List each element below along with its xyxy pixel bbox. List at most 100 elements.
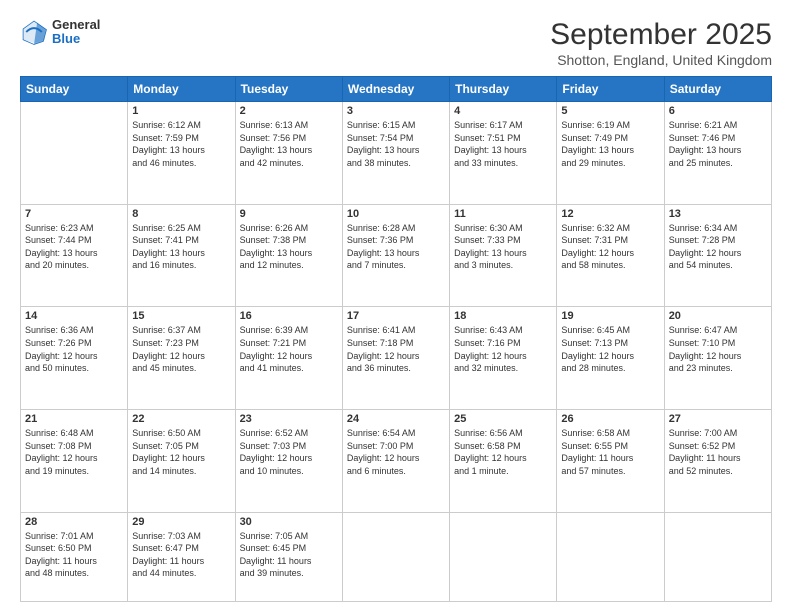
day-number: 16 <box>240 310 338 322</box>
calendar-cell <box>450 512 557 601</box>
calendar-cell: 5 Sunrise: 6:19 AM Sunset: 7:49 PM Daylig… <box>557 102 664 205</box>
day-info: Sunrise: 6:50 AM Sunset: 7:05 PM Dayligh… <box>132 427 230 477</box>
day-info: Sunrise: 6:56 AM Sunset: 6:58 PM Dayligh… <box>454 427 552 477</box>
calendar-cell <box>557 512 664 601</box>
day-info: Sunrise: 6:34 AM Sunset: 7:28 PM Dayligh… <box>669 222 767 272</box>
day-number: 21 <box>25 413 123 425</box>
col-tuesday: Tuesday <box>235 77 342 102</box>
day-info: Sunrise: 6:32 AM Sunset: 7:31 PM Dayligh… <box>561 222 659 272</box>
day-info: Sunrise: 6:28 AM Sunset: 7:36 PM Dayligh… <box>347 222 445 272</box>
day-info: Sunrise: 7:01 AM Sunset: 6:50 PM Dayligh… <box>25 530 123 580</box>
day-number: 11 <box>454 208 552 220</box>
day-info: Sunrise: 6:48 AM Sunset: 7:08 PM Dayligh… <box>25 427 123 477</box>
calendar-cell: 18Sunrise: 6:43 AM Sunset: 7:16 PM Dayli… <box>450 307 557 410</box>
day-number: 15 <box>132 310 230 322</box>
col-monday: Monday <box>128 77 235 102</box>
day-number: 24 <box>347 413 445 425</box>
day-info: Sunrise: 6:30 AM Sunset: 7:33 PM Dayligh… <box>454 222 552 272</box>
calendar-cell: 20Sunrise: 6:47 AM Sunset: 7:10 PM Dayli… <box>664 307 771 410</box>
page: General Blue September 2025 Shotton, Eng… <box>0 0 792 612</box>
day-number: 3 <box>347 105 445 117</box>
day-number: 23 <box>240 413 338 425</box>
calendar-cell: 3 Sunrise: 6:15 AM Sunset: 7:54 PM Daylig… <box>342 102 449 205</box>
day-number: 27 <box>669 413 767 425</box>
col-friday: Friday <box>557 77 664 102</box>
day-number: 25 <box>454 413 552 425</box>
logo-text: General Blue <box>52 18 100 47</box>
calendar-cell: 29 Sunrise: 7:03 AM Sunset: 6:47 PM Dayli… <box>128 512 235 601</box>
week-row-1: 1 Sunrise: 6:12 AM Sunset: 7:59 PM Daylig… <box>21 102 772 205</box>
calendar-cell: 8 Sunrise: 6:25 AM Sunset: 7:41 PM Daylig… <box>128 204 235 307</box>
day-number: 28 <box>25 516 123 528</box>
logo-blue-text: Blue <box>52 32 100 46</box>
calendar-cell <box>664 512 771 601</box>
calendar-cell: 21 Sunrise: 6:48 AM Sunset: 7:08 PM Dayli… <box>21 409 128 512</box>
calendar-cell: 9 Sunrise: 6:26 AM Sunset: 7:38 PM Daylig… <box>235 204 342 307</box>
day-number: 14 <box>25 310 123 322</box>
day-number: 1 <box>132 105 230 117</box>
day-number: 9 <box>240 208 338 220</box>
day-number: 8 <box>132 208 230 220</box>
day-info: Sunrise: 6:47 AM Sunset: 7:10 PM Dayligh… <box>669 324 767 374</box>
day-number: 10 <box>347 208 445 220</box>
week-row-3: 14 Sunrise: 6:36 AM Sunset: 7:26 PM Dayli… <box>21 307 772 410</box>
day-number: 19 <box>561 310 659 322</box>
day-info: Sunrise: 7:03 AM Sunset: 6:47 PM Dayligh… <box>132 530 230 580</box>
calendar-cell: 26Sunrise: 6:58 AM Sunset: 6:55 PM Dayli… <box>557 409 664 512</box>
calendar-cell <box>342 512 449 601</box>
day-info: Sunrise: 6:39 AM Sunset: 7:21 PM Dayligh… <box>240 324 338 374</box>
calendar-cell: 11 Sunrise: 6:30 AM Sunset: 7:33 PM Dayli… <box>450 204 557 307</box>
day-info: Sunrise: 6:19 AM Sunset: 7:49 PM Dayligh… <box>561 119 659 169</box>
day-info: Sunrise: 6:21 AM Sunset: 7:46 PM Dayligh… <box>669 119 767 169</box>
day-number: 12 <box>561 208 659 220</box>
calendar-cell: 7 Sunrise: 6:23 AM Sunset: 7:44 PM Daylig… <box>21 204 128 307</box>
calendar-cell: 13Sunrise: 6:34 AM Sunset: 7:28 PM Dayli… <box>664 204 771 307</box>
day-number: 5 <box>561 105 659 117</box>
day-info: Sunrise: 6:25 AM Sunset: 7:41 PM Dayligh… <box>132 222 230 272</box>
calendar-cell: 1 Sunrise: 6:12 AM Sunset: 7:59 PM Daylig… <box>128 102 235 205</box>
day-info: Sunrise: 6:17 AM Sunset: 7:51 PM Dayligh… <box>454 119 552 169</box>
header: General Blue September 2025 Shotton, Eng… <box>20 18 772 68</box>
calendar-cell: 4 Sunrise: 6:17 AM Sunset: 7:51 PM Daylig… <box>450 102 557 205</box>
day-info: Sunrise: 6:41 AM Sunset: 7:18 PM Dayligh… <box>347 324 445 374</box>
title-block: September 2025 Shotton, England, United … <box>550 18 772 68</box>
logo: General Blue <box>20 18 100 47</box>
calendar-cell: 6 Sunrise: 6:21 AM Sunset: 7:46 PM Daylig… <box>664 102 771 205</box>
week-row-5: 28 Sunrise: 7:01 AM Sunset: 6:50 PM Dayli… <box>21 512 772 601</box>
calendar-cell: 16 Sunrise: 6:39 AM Sunset: 7:21 PM Dayli… <box>235 307 342 410</box>
calendar-cell: 23Sunrise: 6:52 AM Sunset: 7:03 PM Dayli… <box>235 409 342 512</box>
day-number: 17 <box>347 310 445 322</box>
calendar-cell: 19Sunrise: 6:45 AM Sunset: 7:13 PM Dayli… <box>557 307 664 410</box>
day-number: 4 <box>454 105 552 117</box>
day-info: Sunrise: 6:13 AM Sunset: 7:56 PM Dayligh… <box>240 119 338 169</box>
calendar-cell: 2Sunrise: 6:13 AM Sunset: 7:56 PM Daylig… <box>235 102 342 205</box>
logo-icon <box>20 18 48 46</box>
day-number: 6 <box>669 105 767 117</box>
day-info: Sunrise: 6:26 AM Sunset: 7:38 PM Dayligh… <box>240 222 338 272</box>
col-sunday: Sunday <box>21 77 128 102</box>
calendar-cell: 14 Sunrise: 6:36 AM Sunset: 7:26 PM Dayli… <box>21 307 128 410</box>
header-row: Sunday Monday Tuesday Wednesday Thursday… <box>21 77 772 102</box>
week-row-2: 7 Sunrise: 6:23 AM Sunset: 7:44 PM Daylig… <box>21 204 772 307</box>
day-number: 7 <box>25 208 123 220</box>
month-title: September 2025 <box>550 18 772 52</box>
day-number: 18 <box>454 310 552 322</box>
logo-general-text: General <box>52 18 100 32</box>
calendar-cell <box>21 102 128 205</box>
subtitle: Shotton, England, United Kingdom <box>550 52 772 68</box>
col-thursday: Thursday <box>450 77 557 102</box>
calendar-cell: 28 Sunrise: 7:01 AM Sunset: 6:50 PM Dayli… <box>21 512 128 601</box>
calendar-cell: 30Sunrise: 7:05 AM Sunset: 6:45 PM Dayli… <box>235 512 342 601</box>
day-info: Sunrise: 6:15 AM Sunset: 7:54 PM Dayligh… <box>347 119 445 169</box>
day-info: Sunrise: 6:12 AM Sunset: 7:59 PM Dayligh… <box>132 119 230 169</box>
col-saturday: Saturday <box>664 77 771 102</box>
calendar-cell: 22Sunrise: 6:50 AM Sunset: 7:05 PM Dayli… <box>128 409 235 512</box>
day-info: Sunrise: 6:23 AM Sunset: 7:44 PM Dayligh… <box>25 222 123 272</box>
day-info: Sunrise: 6:54 AM Sunset: 7:00 PM Dayligh… <box>347 427 445 477</box>
day-info: Sunrise: 6:58 AM Sunset: 6:55 PM Dayligh… <box>561 427 659 477</box>
week-row-4: 21 Sunrise: 6:48 AM Sunset: 7:08 PM Dayli… <box>21 409 772 512</box>
day-number: 29 <box>132 516 230 528</box>
day-number: 30 <box>240 516 338 528</box>
day-info: Sunrise: 6:36 AM Sunset: 7:26 PM Dayligh… <box>25 324 123 374</box>
calendar-cell: 10 Sunrise: 6:28 AM Sunset: 7:36 PM Dayli… <box>342 204 449 307</box>
